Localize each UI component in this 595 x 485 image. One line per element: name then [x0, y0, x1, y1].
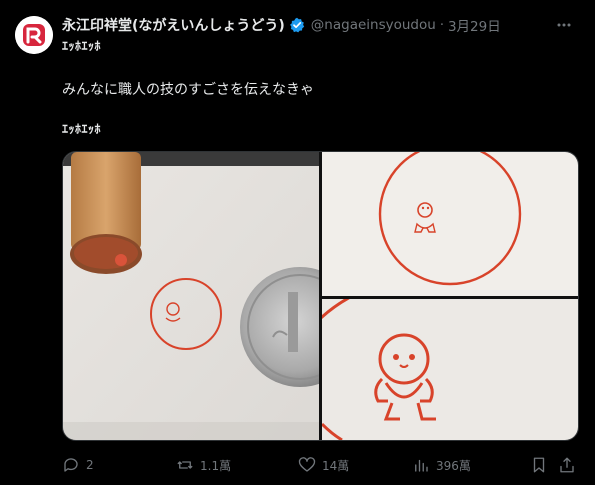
- more-options-icon[interactable]: [553, 14, 575, 36]
- post-header: 永江印祥堂(ながえいんしょうどう) @nagaeinsyoudou · 3月29…: [62, 14, 575, 36]
- bookmark-icon: [533, 457, 545, 473]
- reply-icon: [64, 458, 78, 472]
- media-image-character-closeup[interactable]: [300, 277, 578, 440]
- reply-count: 2: [86, 458, 94, 472]
- verified-badge-icon: [289, 17, 305, 33]
- like-button[interactable]: 14萬: [298, 456, 349, 474]
- share-button[interactable]: [558, 456, 576, 474]
- media-image-circle-closeup[interactable]: [322, 152, 578, 296]
- action-bar: 2 1.1萬 14萬 396萬: [62, 456, 580, 476]
- views-count: 396萬: [436, 458, 471, 473]
- author-name[interactable]: 永江印祥堂(ながえいんしょうどう): [62, 15, 285, 35]
- share-icon: [560, 457, 574, 473]
- repost-icon: [177, 461, 193, 469]
- views-button[interactable]: 396萬: [412, 456, 471, 474]
- heart-icon: [298, 457, 316, 472]
- post-text: みんなに職人の技のすごさを伝えなきゃ: [62, 82, 314, 98]
- post-text-secondary: ｴｯﾎｴｯﾎ: [62, 122, 102, 136]
- logo-icon: [15, 16, 53, 54]
- author-subline: ｴｯﾎｴｯﾎ: [62, 39, 102, 53]
- media-image-stamp-and-coin[interactable]: [63, 152, 360, 440]
- post-date[interactable]: 3月29日: [448, 15, 501, 35]
- separator: ·: [439, 17, 444, 33]
- author-handle[interactable]: @nagaeinsyoudou: [311, 17, 436, 33]
- views-icon: [415, 459, 428, 472]
- repost-count: 1.1萬: [200, 458, 232, 473]
- like-count: 14萬: [322, 458, 350, 473]
- media-grid: [62, 151, 579, 441]
- avatar[interactable]: [15, 16, 53, 54]
- bookmark-button[interactable]: [530, 456, 548, 474]
- reply-button[interactable]: 2: [62, 456, 94, 474]
- repost-button[interactable]: 1.1萬: [176, 456, 231, 474]
